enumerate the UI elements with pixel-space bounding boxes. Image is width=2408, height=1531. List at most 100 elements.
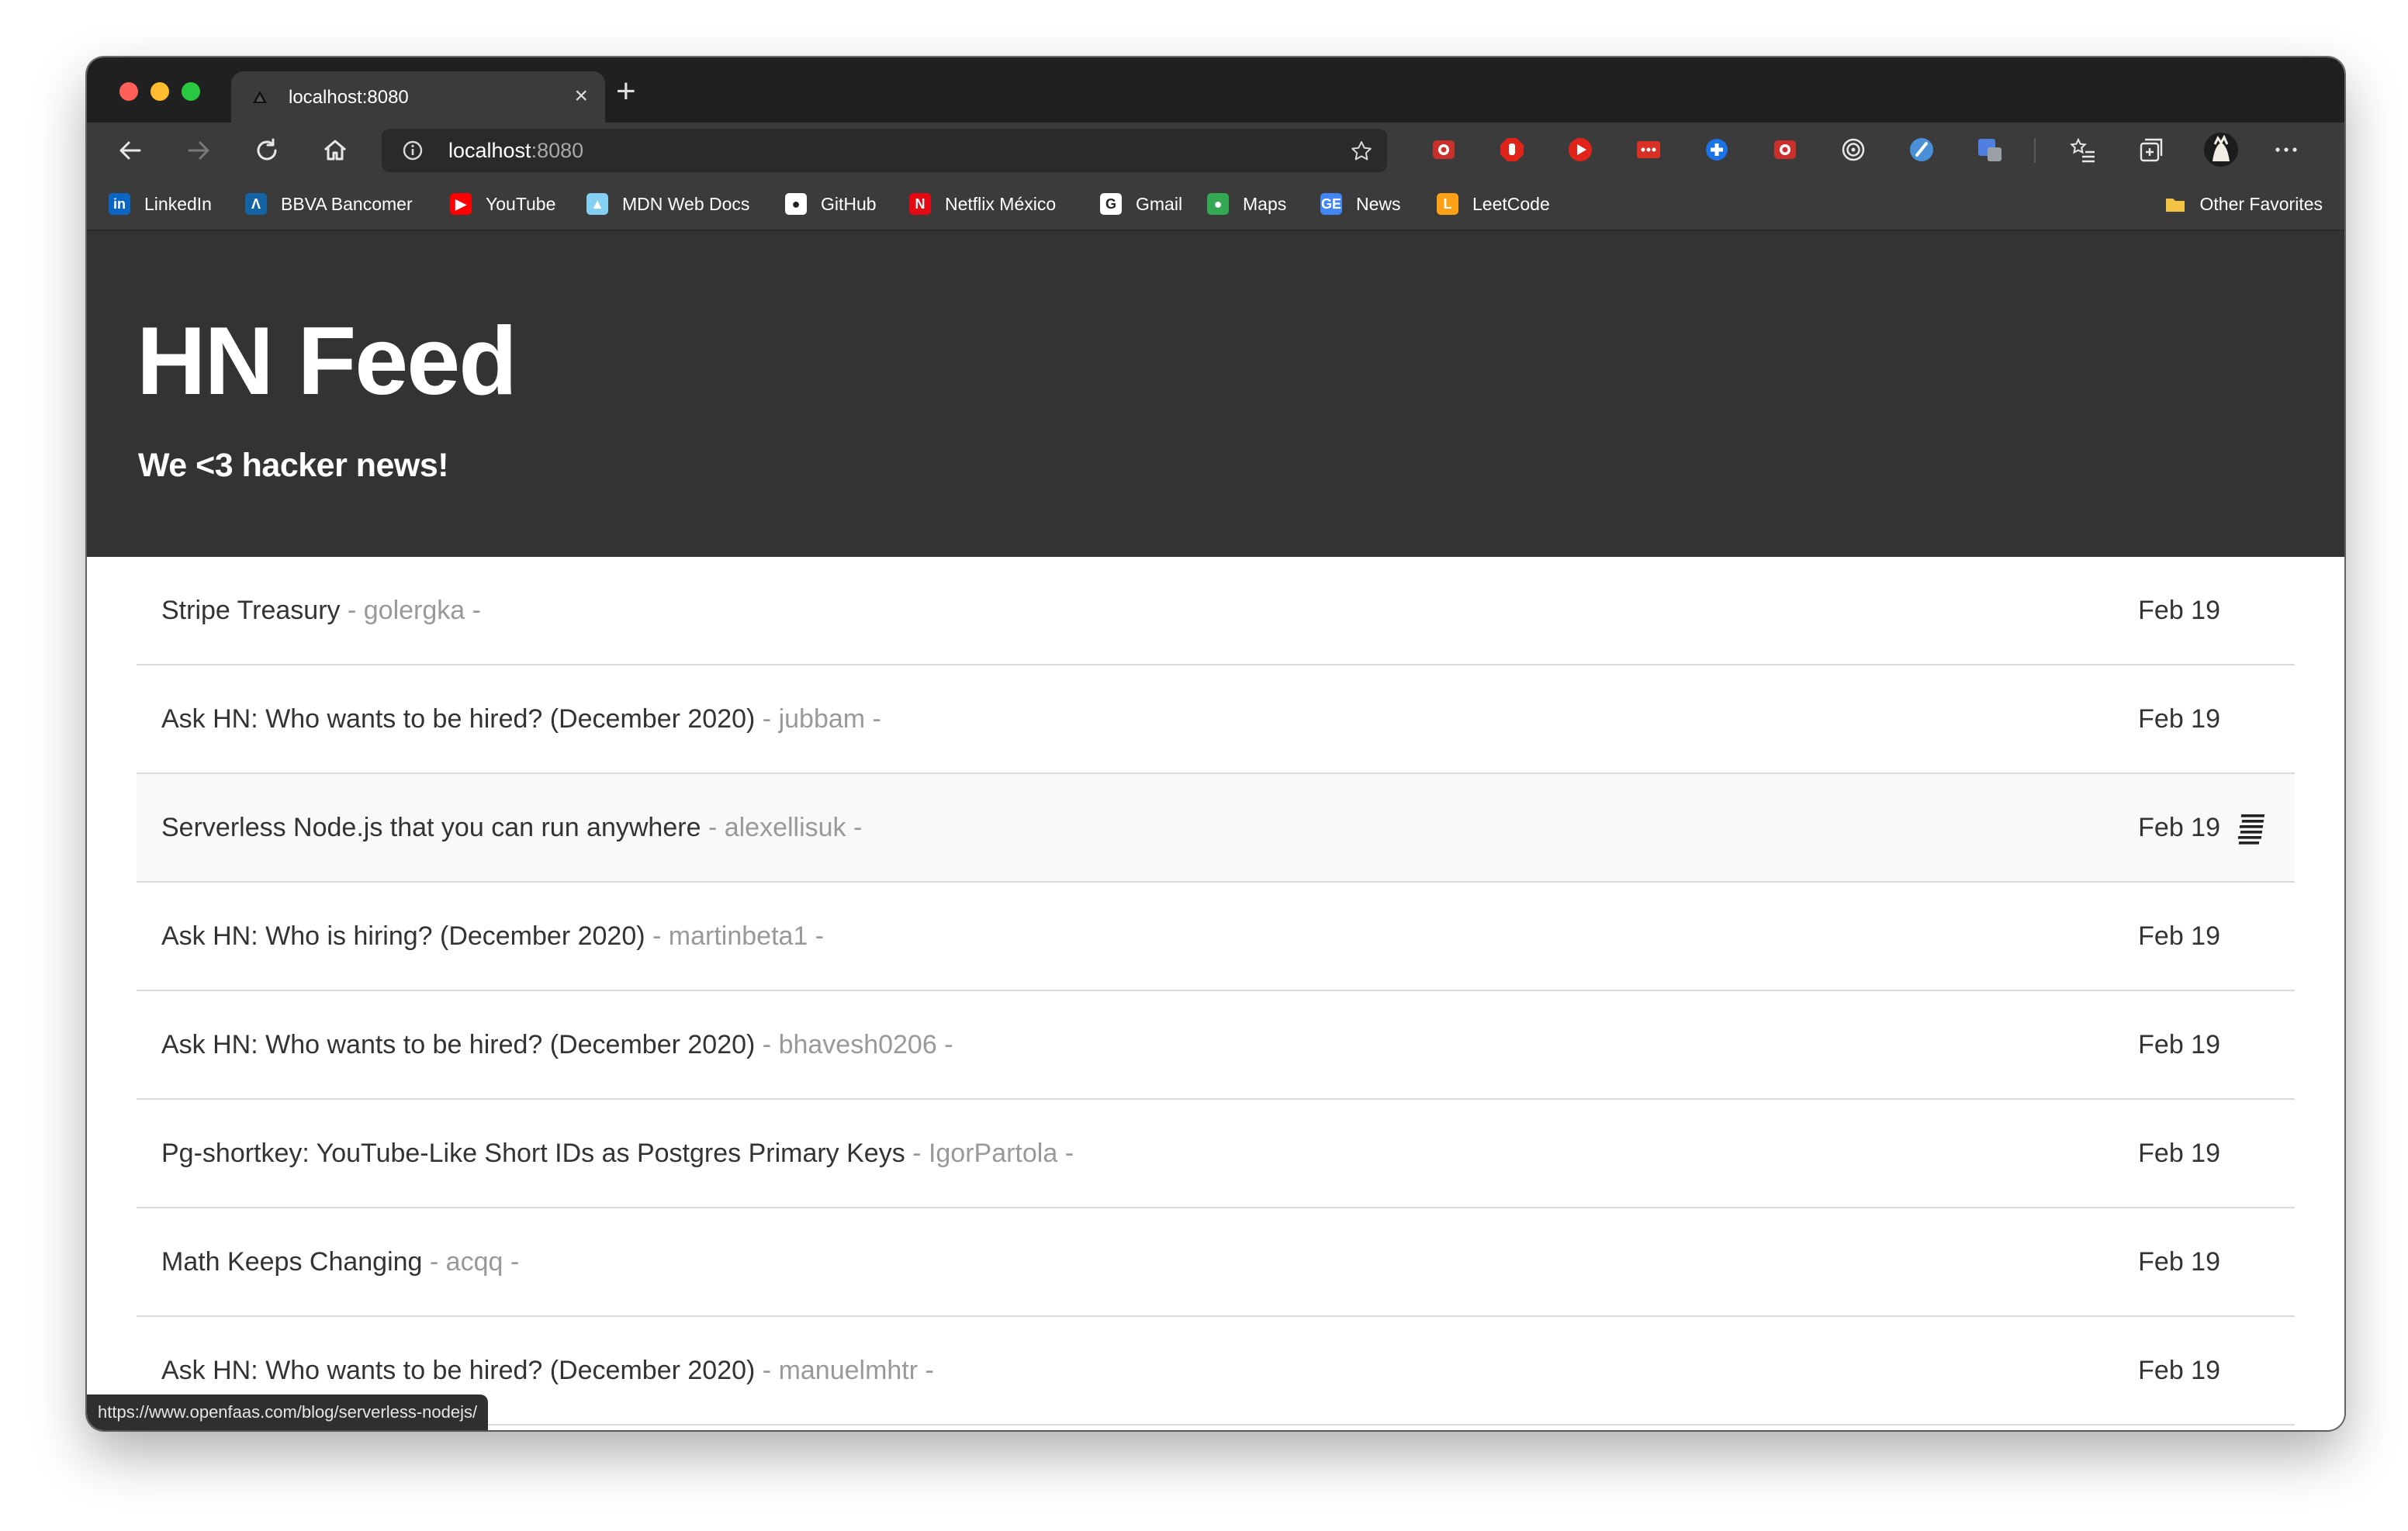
youtube-extension-icon[interactable] [1567,137,1593,163]
story-title[interactable]: Ask HN: Who wants to be hired? (December… [161,1030,755,1059]
bookmark-label: LeetCode [1472,193,1550,214]
page-title: HN Feed [137,308,517,415]
target-extension-icon[interactable] [1840,137,1867,163]
story-date: Feb 19 [2138,704,2220,734]
adblock-icon[interactable] [1499,137,1525,163]
bookmarks-bar: in LinkedIn Λ BBVA Bancomer ▶ YouTube ▲ MDN Web… [87,178,2344,231]
story-author: - alexellisuk - [708,813,863,842]
checkmark-extension-icon[interactable] [1908,137,1935,163]
hero-header: HN Feed We <3 hacker news! [87,231,2344,557]
bookmark-item[interactable]: ● GitHub [785,191,877,217]
story-row[interactable]: Math Keeps Changing - acqq - Feb 19 [137,1208,2295,1317]
story-title[interactable]: Ask HN: Who wants to be hired? (December… [161,1356,755,1385]
story-date: Feb 19 [2138,921,2220,951]
mdn-icon: ▲ [586,193,608,215]
bookmark-label: Netflix México [945,193,1057,214]
extension-camera-2-icon[interactable] [1772,137,1798,163]
other-favorites-folder[interactable]: Other Favorites [2164,191,2323,217]
bookmark-item[interactable]: in LinkedIn [109,191,212,217]
story-link[interactable]: Ask HN: Who is hiring? (December 2020) -… [161,921,824,952]
more-extension-icon[interactable] [1635,137,1662,163]
close-window-button[interactable] [119,82,138,101]
story-title[interactable]: Ask HN: Who is hiring? (December 2020) [161,921,645,951]
story-title[interactable]: Stripe Treasury [161,596,341,625]
bbva-icon: Λ [245,193,267,215]
browser-window: localhost:8080 × + localhost:8080 in Lin… [87,57,2344,1430]
bookmark-item[interactable]: GE News [1320,191,1401,217]
address-bar[interactable]: localhost:8080 [382,129,1387,172]
story-author: - manuelmhtr - [762,1356,934,1385]
story-row[interactable]: Pg-shortkey: YouTube-Like Short IDs as P… [137,1100,2295,1208]
story-link[interactable]: Ask HN: Who wants to be hired? (December… [161,704,881,734]
bookmark-item[interactable]: N Netflix México [909,191,1056,217]
favorites-list-icon[interactable] [2070,137,2096,163]
google-icon: G [1100,193,1122,215]
story-row[interactable]: Serverless Node.js that you can run anyw… [137,774,2295,883]
story-title[interactable]: Pg-shortkey: YouTube-Like Short IDs as P… [161,1139,905,1168]
browser-tab-active[interactable]: localhost:8080 × [231,71,605,123]
story-row[interactable]: Ask HN: Who wants to be hired? (December… [137,991,2295,1100]
story-author: - acqq - [429,1247,520,1277]
netflix-icon: N [909,193,931,215]
tab-title: localhost:8080 [289,87,409,108]
refresh-icon[interactable] [251,135,282,166]
page-subtitle: We <3 hacker news! [138,447,449,484]
youtube-icon: ▶ [450,193,472,215]
forward-icon[interactable] [183,135,214,166]
bookmark-item[interactable]: ▶ YouTube [450,191,555,217]
story-row[interactable]: Ask HN: Who is hiring? (December 2020) -… [137,883,2295,991]
translate-extension-icon[interactable] [1977,137,2003,163]
page-content: HN Feed We <3 hacker news! Stripe Treasu… [87,231,2344,1430]
story-title[interactable]: Ask HN: Who wants to be hired? (December… [161,704,755,734]
story-link[interactable]: Stripe Treasury - golergka - [161,596,481,626]
delete-icon[interactable] [2237,810,2270,847]
story-author: - martinbeta1 - [652,921,825,951]
story-date: Feb 19 [2138,1030,2220,1059]
toolbar-divider [2034,138,2036,163]
story-date: Feb 19 [2138,813,2220,842]
collections-icon[interactable] [2138,137,2164,163]
maps-icon: ● [1207,193,1229,215]
site-info-icon[interactable] [402,140,424,161]
url-host: localhost [448,139,531,162]
story-link[interactable]: Serverless Node.js that you can run anyw… [161,813,862,843]
home-icon[interactable] [320,135,351,166]
story-title[interactable]: Serverless Node.js that you can run anyw… [161,813,701,842]
tab-strip: localhost:8080 × + [87,57,2344,123]
medical-extension-icon[interactable] [1704,137,1730,163]
story-row[interactable]: Stripe Treasury - golergka - Feb 19 [137,557,2295,665]
story-link[interactable]: Pg-shortkey: YouTube-Like Short IDs as P… [161,1139,1074,1169]
extension-camera-icon[interactable] [1431,137,1457,163]
bookmark-label: YouTube [486,193,556,214]
bookmark-label: LinkedIn [144,193,212,214]
story-date: Feb 19 [2138,1247,2220,1277]
bookmark-item[interactable]: L LeetCode [1437,191,1550,217]
story-author: - jubbam - [762,704,881,734]
github-icon: ● [785,193,807,215]
close-tab-icon[interactable]: × [574,82,588,110]
more-menu-icon[interactable] [2273,137,2299,163]
story-title[interactable]: Math Keeps Changing [161,1247,422,1277]
bookmark-item[interactable]: ▲ MDN Web Docs [586,191,749,217]
browser-toolbar: localhost:8080 [87,123,2344,178]
story-link[interactable]: Math Keeps Changing - acqq - [161,1247,519,1277]
story-row[interactable]: Ask HN: Who wants to be hired? (December… [137,665,2295,774]
minimize-window-button[interactable] [150,82,169,101]
profile-avatar[interactable] [2203,132,2239,168]
story-date: Feb 19 [2138,1356,2220,1385]
story-link[interactable]: Ask HN: Who wants to be hired? (December… [161,1030,953,1060]
favorite-star-icon[interactable] [1350,140,1373,163]
bookmark-label: GitHub [821,193,877,214]
favicon-icon [253,91,267,103]
back-icon[interactable] [115,135,146,166]
other-favorites-label: Other Favorites [2199,193,2323,214]
bookmark-item[interactable]: Λ BBVA Bancomer [245,191,413,217]
story-link[interactable]: Ask HN: Who wants to be hired? (December… [161,1356,934,1386]
bookmark-label: Maps [1243,193,1287,214]
bookmark-item[interactable]: ● Maps [1207,191,1286,217]
story-author: - bhavesh0206 - [762,1030,953,1059]
new-tab-button[interactable]: + [616,74,636,109]
zoom-window-button[interactable] [182,82,200,101]
bookmark-item[interactable]: G Gmail [1100,191,1182,217]
url-text[interactable]: localhost:8080 [448,139,583,163]
